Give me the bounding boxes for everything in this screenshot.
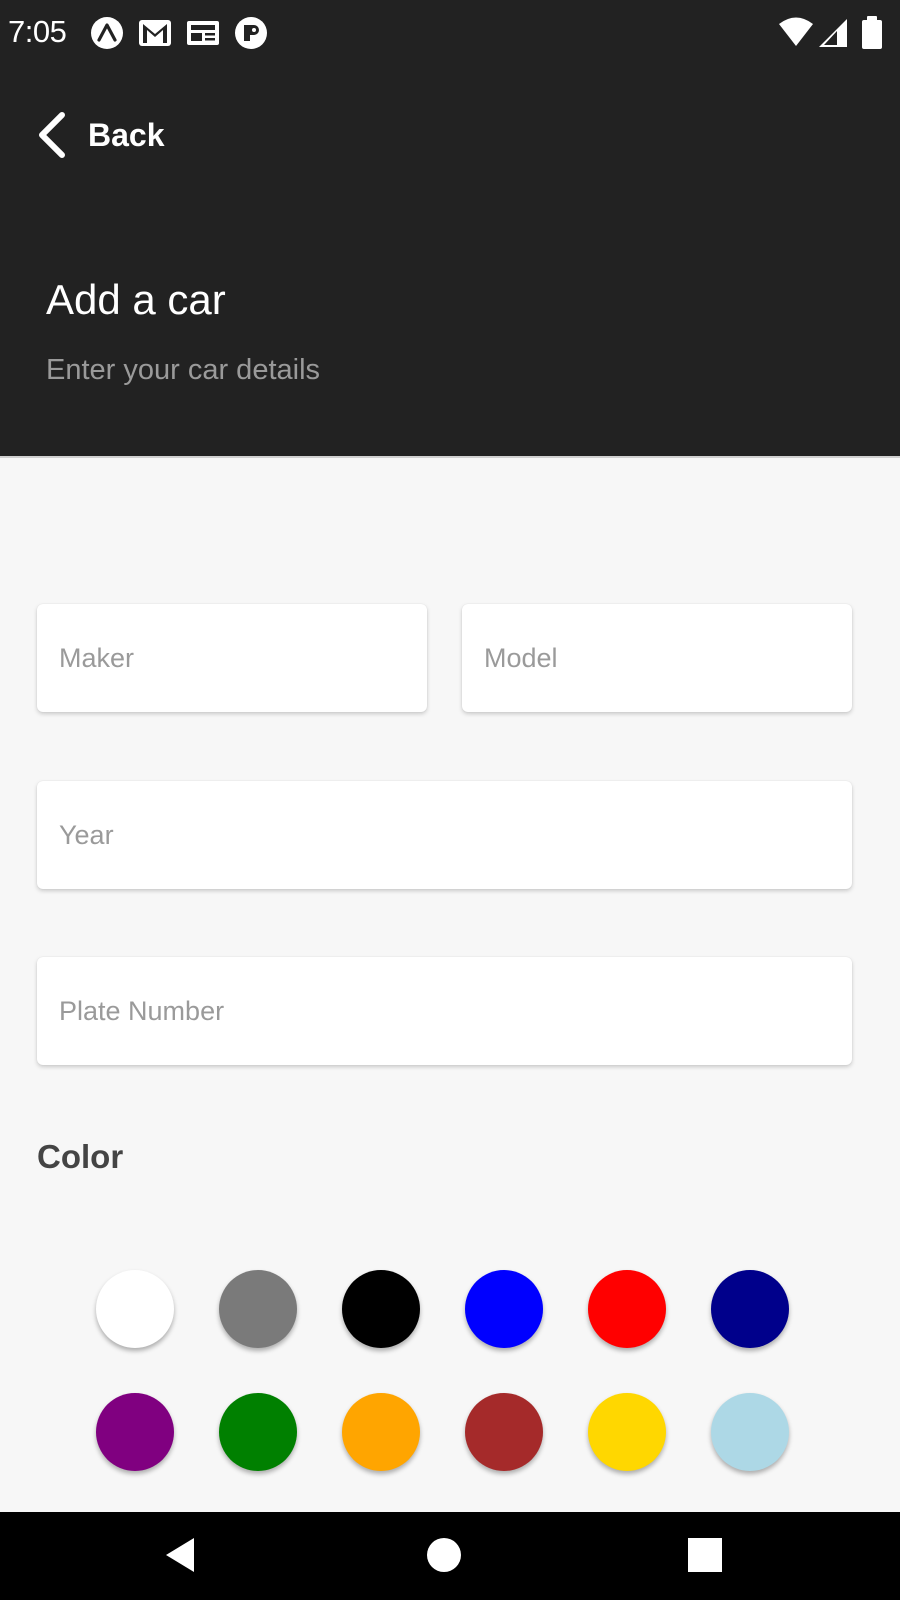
status-time: 7:05 bbox=[8, 14, 67, 49]
back-button[interactable]: Back bbox=[34, 106, 165, 164]
battery-icon bbox=[860, 15, 884, 51]
gmail-icon bbox=[138, 16, 172, 50]
wifi-icon bbox=[778, 15, 814, 51]
news-icon bbox=[186, 16, 220, 50]
recents-square-icon bbox=[687, 1537, 723, 1578]
record-icon bbox=[234, 16, 268, 50]
plate-number-input[interactable] bbox=[37, 957, 852, 1065]
nav-recents-button[interactable] bbox=[678, 1530, 732, 1584]
page-title: Add a car bbox=[46, 276, 226, 323]
model-field bbox=[462, 604, 852, 712]
color-label: Color bbox=[37, 1138, 124, 1175]
back-label: Back bbox=[88, 116, 165, 153]
color-swatch[interactable] bbox=[465, 1393, 543, 1471]
maker-field bbox=[37, 604, 427, 712]
expo-icon bbox=[90, 16, 124, 50]
page-subtitle: Enter your car details bbox=[46, 354, 321, 386]
model-input[interactable] bbox=[462, 604, 852, 712]
year-field bbox=[37, 781, 852, 889]
maker-input[interactable] bbox=[37, 604, 427, 712]
header: Back Add a car Enter your car details bbox=[0, 68, 900, 456]
color-swatch[interactable] bbox=[219, 1393, 297, 1471]
signal-icon bbox=[818, 15, 848, 51]
nav-home-button[interactable] bbox=[417, 1530, 471, 1584]
navigation-bar bbox=[0, 1512, 900, 1600]
status-bar: 7:05 bbox=[0, 0, 900, 68]
color-swatch[interactable] bbox=[96, 1270, 174, 1348]
year-input[interactable] bbox=[37, 781, 852, 889]
color-swatch[interactable] bbox=[96, 1393, 174, 1471]
color-swatch[interactable] bbox=[711, 1393, 789, 1471]
color-swatch[interactable] bbox=[219, 1270, 297, 1348]
color-swatch[interactable] bbox=[588, 1270, 666, 1348]
chevron-left-icon bbox=[34, 110, 74, 160]
back-triangle-icon bbox=[161, 1535, 201, 1580]
add-car-screen: 7:05 Back Add a car Enter your car detai… bbox=[0, 0, 900, 1600]
plate-number-field bbox=[37, 957, 852, 1065]
color-swatch[interactable] bbox=[342, 1270, 420, 1348]
color-swatch[interactable] bbox=[342, 1393, 420, 1471]
color-swatch[interactable] bbox=[588, 1393, 666, 1471]
form-content: Color bbox=[0, 458, 900, 1512]
color-swatch[interactable] bbox=[711, 1270, 789, 1348]
color-swatch[interactable] bbox=[465, 1270, 543, 1348]
nav-back-button[interactable] bbox=[154, 1530, 208, 1584]
home-circle-icon bbox=[426, 1537, 462, 1578]
